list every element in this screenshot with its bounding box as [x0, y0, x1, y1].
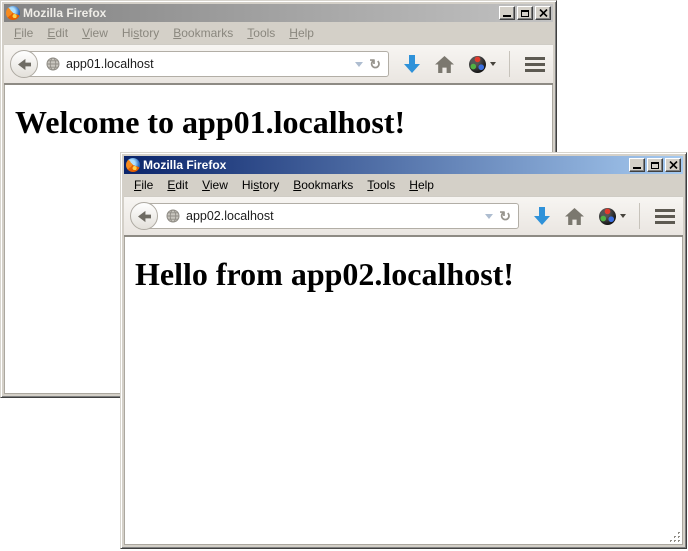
reload-icon[interactable]: ↻	[369, 57, 381, 71]
toolbar-separator	[509, 51, 510, 77]
menu-edit[interactable]: Edit	[160, 176, 195, 194]
menu-bookmarks[interactable]: Bookmarks	[166, 24, 240, 42]
home-icon	[435, 56, 454, 73]
download-arrow-icon	[404, 55, 420, 73]
maximize-icon	[651, 162, 659, 169]
page-heading: Hello from app02.localhost!	[135, 256, 682, 293]
firefox-logo-icon	[6, 6, 20, 20]
reload-icon[interactable]: ↻	[499, 209, 511, 223]
minimize-icon	[503, 15, 511, 17]
download-button[interactable]	[404, 55, 420, 73]
extension-button[interactable]	[469, 56, 496, 73]
caret-down-icon	[490, 62, 496, 66]
close-button[interactable]	[665, 158, 681, 172]
download-arrow-icon	[534, 207, 550, 225]
globe-site-icon	[46, 57, 60, 71]
close-icon	[669, 161, 678, 169]
toolbar-separator	[639, 203, 640, 229]
title-bar[interactable]: Mozilla Firefox	[124, 156, 683, 174]
menu-file[interactable]: File	[127, 176, 160, 194]
menu-bar: File Edit View History Bookmarks Tools H…	[124, 174, 683, 196]
firefox-window-app02: Mozilla Firefox File Edit View History B…	[120, 152, 687, 549]
page-heading: Welcome to app01.localhost!	[15, 104, 552, 141]
menu-bookmarks[interactable]: Bookmarks	[286, 176, 360, 194]
color-wheel-icon	[599, 208, 616, 225]
menu-help[interactable]: Help	[402, 176, 441, 194]
menu-view[interactable]: View	[75, 24, 115, 42]
download-button[interactable]	[534, 207, 550, 225]
minimize-button[interactable]	[499, 6, 515, 20]
url-text[interactable]: app01.localhost	[66, 57, 154, 71]
minimize-icon	[633, 167, 641, 169]
caption-buttons	[627, 158, 681, 172]
hamburger-icon	[655, 209, 675, 224]
firefox-logo-icon	[126, 158, 140, 172]
menu-history[interactable]: History	[115, 24, 166, 42]
maximize-button[interactable]	[647, 158, 663, 172]
menu-bar: File Edit View History Bookmarks Tools H…	[4, 22, 553, 44]
extension-button[interactable]	[599, 208, 626, 225]
url-text[interactable]: app02.localhost	[186, 209, 274, 223]
home-button[interactable]	[565, 208, 584, 225]
back-arrow-icon	[17, 58, 32, 71]
menu-tools[interactable]: Tools	[360, 176, 402, 194]
close-button[interactable]	[535, 6, 551, 20]
hamburger-menu-button[interactable]	[655, 209, 675, 224]
history-dropdown-icon[interactable]	[485, 214, 493, 219]
menu-file[interactable]: File	[7, 24, 40, 42]
caption-buttons	[497, 6, 551, 20]
history-dropdown-icon[interactable]	[355, 62, 363, 67]
back-arrow-icon	[137, 210, 152, 223]
url-bar[interactable]: app02.localhost ↻	[143, 203, 519, 229]
window-title: Mozilla Firefox	[143, 158, 624, 172]
back-button[interactable]	[130, 202, 158, 230]
window-title: Mozilla Firefox	[23, 6, 494, 20]
menu-edit[interactable]: Edit	[40, 24, 75, 42]
color-wheel-icon	[469, 56, 486, 73]
caret-down-icon	[620, 214, 626, 218]
minimize-button[interactable]	[629, 158, 645, 172]
close-icon	[539, 9, 548, 17]
navigation-toolbar: app02.localhost ↻	[124, 196, 683, 237]
maximize-button[interactable]	[517, 6, 533, 20]
maximize-icon	[521, 10, 529, 17]
navigation-toolbar: app01.localhost ↻	[4, 44, 553, 85]
hamburger-icon	[525, 57, 545, 72]
title-bar[interactable]: Mozilla Firefox	[4, 4, 553, 22]
menu-help[interactable]: Help	[282, 24, 321, 42]
home-icon	[565, 208, 584, 225]
menu-tools[interactable]: Tools	[240, 24, 282, 42]
page-content: Hello from app02.localhost!	[124, 237, 683, 545]
back-button[interactable]	[10, 50, 38, 78]
hamburger-menu-button[interactable]	[525, 57, 545, 72]
desktop: Mozilla Firefox File Edit View History B…	[0, 0, 688, 551]
globe-site-icon	[166, 209, 180, 223]
url-bar[interactable]: app01.localhost ↻	[23, 51, 389, 77]
resize-grip[interactable]	[667, 529, 681, 543]
home-button[interactable]	[435, 56, 454, 73]
menu-view[interactable]: View	[195, 176, 235, 194]
menu-history[interactable]: History	[235, 176, 286, 194]
